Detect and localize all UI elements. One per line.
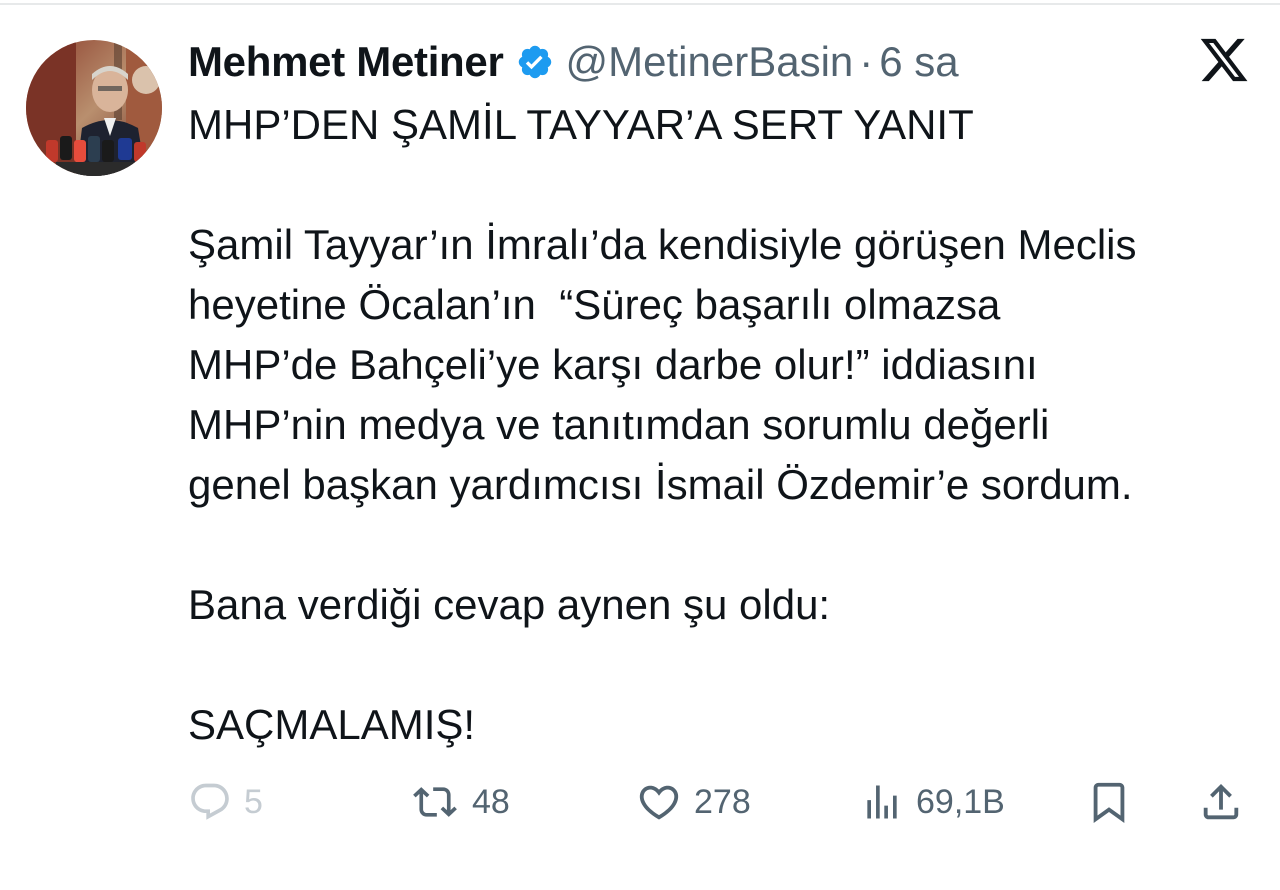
reply-icon [188, 780, 232, 824]
author-name[interactable]: Mehmet Metiner [188, 38, 504, 86]
share-icon [1198, 779, 1244, 825]
avatar[interactable] [26, 40, 162, 176]
views-chart-icon [860, 780, 904, 824]
view-count: 69,1B [916, 782, 1005, 821]
tweet-time[interactable]: 6 sa [879, 38, 958, 86]
retweet-icon [410, 780, 460, 824]
tweet-header: Mehmet Metiner @MetinerBasin · 6 sa [188, 36, 959, 88]
bookmark-button[interactable] [1086, 772, 1132, 832]
reply-button[interactable]: 5 [188, 772, 263, 832]
retweet-button[interactable]: 48 [410, 772, 510, 832]
tweet-text: MHP’DEN ŞAMİL TAYYAR’A SERT YANIT Şamil … [188, 101, 1137, 748]
action-bar: 5 48 278 69,1B [188, 772, 1248, 832]
avatar-photo [26, 40, 162, 176]
author-handle[interactable]: @MetinerBasin [566, 38, 854, 86]
like-count: 278 [694, 782, 751, 821]
separator-dot: · [859, 38, 874, 85]
like-button[interactable]: 278 [636, 772, 751, 832]
share-button[interactable] [1198, 772, 1244, 832]
views-button[interactable]: 69,1B [860, 772, 1005, 832]
bookmark-icon [1086, 779, 1132, 825]
x-logo-icon[interactable] [1198, 34, 1250, 86]
top-divider [0, 3, 1280, 5]
verified-badge-icon [516, 43, 554, 81]
heart-icon [636, 779, 682, 825]
retweet-count: 48 [472, 782, 510, 821]
reply-count: 5 [244, 782, 263, 821]
tweet-card: Mehmet Metiner @MetinerBasin · 6 sa MHP’… [0, 0, 1280, 890]
